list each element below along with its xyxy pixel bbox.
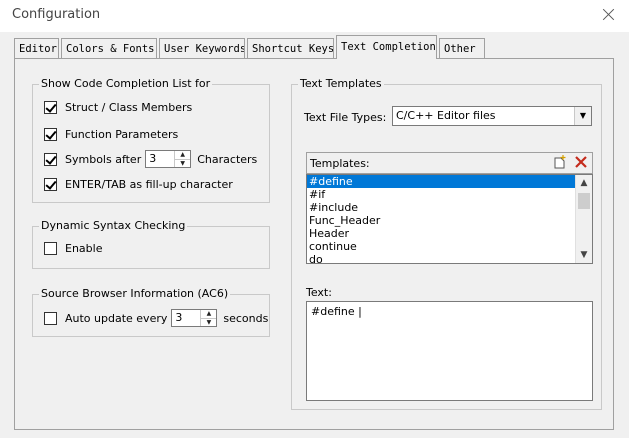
auto-update-row[interactable]: Auto update every 3 ▲ ▼ seconds: [44, 309, 269, 327]
templates-listbox[interactable]: #define #if #include Func_Header Header conti…: [306, 174, 593, 264]
templates-label: Templates:: [310, 157, 370, 170]
tab-page-text-completion: Show Code Completion List for Struct / C…: [14, 58, 614, 430]
symbols-after-suffix: Characters: [197, 152, 258, 166]
enter-tab-row[interactable]: ENTER/TAB as fill-up character: [44, 176, 233, 192]
spin-down-icon[interactable]: ▼: [175, 159, 191, 168]
auto-update-checkbox[interactable]: [44, 311, 57, 325]
tab-user-keywords[interactable]: User Keywords: [159, 38, 245, 58]
list-item[interactable]: Header: [307, 227, 592, 240]
list-item[interactable]: #define: [307, 175, 592, 188]
browser-group: Source Browser Information (AC6) Auto up…: [32, 287, 270, 337]
function-params-row[interactable]: Function Parameters: [44, 126, 178, 142]
function-params-label: Function Parameters: [65, 127, 179, 141]
templates-group-title: Text Templates: [298, 77, 384, 90]
chevron-down-icon[interactable]: ▼: [574, 107, 591, 125]
list-item[interactable]: continue: [307, 240, 592, 253]
templates-group: Text Templates Text File Types: C/C++ Ed…: [291, 77, 602, 410]
syntax-group: Dynamic Syntax Checking Enable: [32, 219, 270, 269]
file-types-combobox[interactable]: C/C++ Editor files ▼: [392, 106, 592, 126]
tab-text-completion[interactable]: Text Completion: [336, 35, 437, 59]
scroll-thumb[interactable]: [578, 193, 590, 209]
template-text-area[interactable]: #define |: [306, 301, 593, 401]
tab-editor[interactable]: Editor: [14, 38, 59, 58]
symbols-after-label: Symbols after: [65, 152, 142, 166]
enter-tab-label: ENTER/TAB as fill-up character: [65, 177, 233, 191]
new-template-icon[interactable]: [551, 155, 569, 171]
spin-down-icon[interactable]: ▼: [201, 318, 217, 327]
window-title: Configuration: [12, 7, 101, 22]
delete-template-icon[interactable]: [572, 155, 590, 171]
scroll-down-icon[interactable]: ▼: [576, 247, 592, 263]
auto-update-suffix: seconds: [223, 311, 269, 325]
completion-group-title: Show Code Completion List for: [39, 77, 213, 90]
text-label: Text:: [306, 286, 332, 299]
title-bar: Configuration: [0, 0, 629, 32]
struct-members-label: Struct / Class Members: [65, 100, 193, 114]
file-types-value: C/C++ Editor files: [396, 109, 496, 122]
symbols-after-row[interactable]: Symbols after 3 ▲ ▼ Characters: [44, 150, 258, 168]
auto-update-label: Auto update every: [65, 311, 168, 325]
symbols-after-spinner[interactable]: 3 ▲ ▼: [145, 150, 192, 168]
list-item[interactable]: #include: [307, 201, 592, 214]
enter-tab-checkbox[interactable]: [44, 177, 57, 191]
templates-header: Templates:: [306, 152, 593, 174]
syntax-group-title: Dynamic Syntax Checking: [39, 219, 188, 232]
list-item[interactable]: #if: [307, 188, 592, 201]
auto-update-spinner[interactable]: 3 ▲ ▼: [171, 309, 218, 327]
struct-members-checkbox[interactable]: [44, 100, 57, 114]
tab-colors-fonts[interactable]: Colors & Fonts: [61, 38, 157, 58]
tab-shortcut-keys[interactable]: Shortcut Keys: [247, 38, 334, 58]
function-params-checkbox[interactable]: [44, 127, 57, 141]
syntax-enable-checkbox[interactable]: [44, 241, 57, 255]
dialog-client: Editor Colors & Fonts User Keywords Shor…: [0, 32, 629, 438]
file-types-label: Text File Types:: [304, 111, 387, 124]
spin-up-icon[interactable]: ▲: [201, 310, 216, 318]
auto-update-value[interactable]: 3: [172, 310, 200, 326]
spin-up-icon[interactable]: ▲: [175, 151, 190, 159]
syntax-enable-label: Enable: [65, 241, 103, 255]
syntax-enable-row[interactable]: Enable: [44, 240, 102, 256]
struct-members-row[interactable]: Struct / Class Members: [44, 99, 192, 115]
browser-group-title: Source Browser Information (AC6): [39, 287, 231, 300]
tab-other[interactable]: Other: [439, 38, 485, 58]
templates-list-items: #define #if #include Func_Header Header conti…: [307, 175, 592, 263]
scroll-up-icon[interactable]: ▲: [576, 175, 592, 191]
symbols-after-checkbox[interactable]: [44, 152, 57, 166]
completion-group: Show Code Completion List for Struct / C…: [32, 77, 270, 203]
list-item[interactable]: do: [307, 253, 592, 263]
close-icon[interactable]: [599, 5, 619, 25]
symbols-after-value[interactable]: 3: [146, 151, 174, 167]
list-item[interactable]: Func_Header: [307, 214, 592, 227]
templates-scrollbar[interactable]: ▲ ▼: [575, 175, 592, 263]
